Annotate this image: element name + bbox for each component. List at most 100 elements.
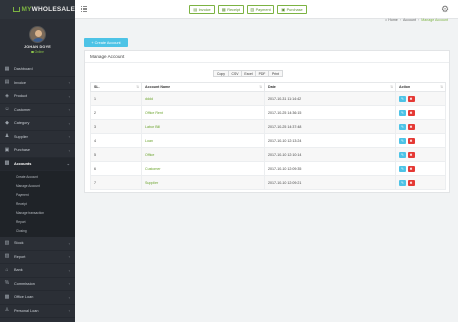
delete-button[interactable]: ✖ bbox=[407, 95, 415, 102]
sidebar-item-label: Customer bbox=[14, 107, 31, 112]
sort-icon: ⇅ bbox=[259, 85, 262, 89]
breadcrumb-home[interactable]: Home bbox=[388, 18, 398, 22]
sidebar-item-stock[interactable]: ▧ Stock ‹ bbox=[0, 237, 75, 251]
cell-sl: 2 bbox=[90, 105, 142, 120]
delete-button[interactable]: ✖ bbox=[407, 165, 415, 172]
breadcrumb-separator: › bbox=[399, 18, 402, 22]
cell-account-name[interactable]: dddd bbox=[141, 91, 265, 106]
pencil-icon: ✎ bbox=[400, 180, 404, 185]
personal-loan-icon: ♙ bbox=[4, 307, 10, 314]
submenu-item-report[interactable]: Report bbox=[0, 217, 75, 226]
logo-text-my: MY bbox=[21, 6, 32, 13]
cart-icon bbox=[13, 7, 20, 12]
apps-grid-icon[interactable] bbox=[81, 6, 87, 12]
delete-button[interactable]: ✖ bbox=[407, 179, 415, 186]
breadcrumb-section[interactable]: Account bbox=[403, 18, 416, 22]
cell-account-name[interactable]: Office bbox=[141, 147, 265, 162]
sidebar-nav: ▦ Dashboard ▤ Invoice ‹ ◈ Product ‹ ☺ Customer… bbox=[0, 63, 75, 318]
sidebar-item-customer[interactable]: ☺ Customer ‹ bbox=[0, 104, 75, 117]
cell-account-name[interactable]: Labor Bill bbox=[141, 119, 265, 134]
copy-button[interactable]: Copy bbox=[213, 70, 229, 77]
submenu-item-create-account[interactable]: Create Account bbox=[0, 172, 75, 181]
sidebar-item-label: Bank bbox=[14, 268, 23, 273]
quick-receipt-button[interactable]: ▦ Receipt bbox=[218, 5, 244, 14]
delete-button[interactable]: ✖ bbox=[407, 137, 415, 144]
sidebar-item-category[interactable]: ◆ Category ‹ bbox=[0, 117, 75, 131]
user-profile: JOHAN DOYE Online bbox=[0, 19, 75, 59]
table-row: 5 Office 2017-10-10 12:10:14 ✎ ✖ bbox=[90, 147, 446, 162]
quick-payment-button[interactable]: ▥ Payment bbox=[247, 5, 274, 14]
sidebar-item-dashboard[interactable]: ▦ Dashboard bbox=[0, 63, 75, 77]
office-loan-icon: ▩ bbox=[4, 293, 10, 300]
chevron-left-icon: ‹ bbox=[68, 120, 70, 126]
cell-sl: 5 bbox=[90, 147, 142, 162]
print-button[interactable]: Print bbox=[268, 70, 283, 77]
sidebar-item-personal-loan[interactable]: ♙ Personal Loan ‹ bbox=[0, 305, 75, 318]
quick-purchase-label: Purchase bbox=[286, 7, 303, 12]
sidebar-item-label: Product bbox=[14, 94, 28, 99]
sidebar-item-report[interactable]: ▨ Report ‹ bbox=[0, 251, 75, 264]
column-header-sl[interactable]: SL. ⇅ bbox=[90, 82, 142, 92]
sidebar-item-invoice[interactable]: ▤ Invoice ‹ bbox=[0, 77, 75, 90]
chevron-left-icon: ‹ bbox=[68, 107, 70, 113]
avatar[interactable] bbox=[29, 26, 46, 43]
trash-icon: ✖ bbox=[409, 110, 413, 115]
submenu-item-closing[interactable]: Closing bbox=[0, 226, 75, 235]
submenu-item-manage-account[interactable]: Manage Account bbox=[0, 181, 75, 190]
sidebar-item-accounts[interactable]: ▥ Accounts ⌄ bbox=[0, 157, 75, 171]
quick-invoice-button[interactable]: ▤ Invoice bbox=[189, 5, 215, 14]
trash-icon: ✖ bbox=[409, 166, 413, 171]
edit-button[interactable]: ✎ bbox=[399, 165, 406, 172]
pencil-icon: ✎ bbox=[400, 96, 404, 101]
sidebar-item-product[interactable]: ◈ Product ‹ bbox=[0, 90, 75, 104]
submenu-item-payment[interactable]: Payment bbox=[0, 190, 75, 199]
online-dot-icon bbox=[31, 50, 34, 54]
edit-button[interactable]: ✎ bbox=[399, 151, 406, 158]
cell-account-name[interactable]: Office Rent bbox=[141, 105, 265, 120]
cell-account-name[interactable]: Supplier bbox=[141, 175, 265, 190]
edit-button[interactable]: ✎ bbox=[399, 95, 406, 102]
invoice-icon: ▤ bbox=[193, 7, 198, 12]
csv-button[interactable]: CSV bbox=[228, 70, 242, 77]
cell-date: 2017-10-25 14:36:15 bbox=[264, 105, 396, 120]
cell-account-name[interactable]: Customer bbox=[141, 161, 265, 176]
edit-button[interactable]: ✎ bbox=[399, 123, 406, 130]
sidebar-item-supplier[interactable]: ♟ Supplier ‹ bbox=[0, 131, 75, 144]
cell-date: 2017-10-10 12:09:35 bbox=[264, 161, 396, 176]
cell-action: ✎ ✖ bbox=[395, 105, 446, 120]
sidebar-item-bank[interactable]: ⌂ Bank ‹ bbox=[0, 264, 75, 278]
delete-button[interactable]: ✖ bbox=[407, 151, 415, 158]
create-account-button[interactable]: + Create Account bbox=[84, 38, 128, 47]
breadcrumb-separator: › bbox=[418, 18, 420, 22]
submenu-item-receipt[interactable]: Receipt bbox=[0, 199, 75, 208]
table-row: 3 Labor Bill 2017-10-25 14:37:48 ✎ ✖ bbox=[90, 119, 446, 134]
sidebar-item-office-loan[interactable]: ▩ Office Loan ‹ bbox=[0, 291, 75, 305]
column-header-account-name[interactable]: Account Name ⇅ bbox=[141, 82, 265, 92]
sidebar-item-label: Office Loan bbox=[14, 295, 34, 300]
payment-icon: ▥ bbox=[250, 7, 255, 12]
submenu-item-manage-transaction[interactable]: Manage transaction bbox=[0, 208, 75, 217]
app-logo[interactable]: MY WHOLESALE bbox=[0, 0, 75, 19]
edit-button[interactable]: ✎ bbox=[399, 179, 406, 186]
chevron-left-icon: ‹ bbox=[68, 308, 70, 314]
sidebar-item-purchase[interactable]: ▣ Purchase ‹ bbox=[0, 144, 75, 158]
quick-purchase-button[interactable]: ▣ Purchase bbox=[277, 5, 307, 14]
column-header-action[interactable]: Action ⇅ bbox=[395, 82, 446, 92]
profile-status-text: Online bbox=[34, 50, 44, 54]
trash-icon: ✖ bbox=[409, 138, 413, 143]
report-icon: ▨ bbox=[4, 253, 10, 260]
gear-icon[interactable]: ⚙ bbox=[440, 4, 450, 14]
sidebar-item-label: Accounts bbox=[14, 161, 32, 166]
delete-button[interactable]: ✖ bbox=[407, 109, 415, 116]
edit-button[interactable]: ✎ bbox=[399, 109, 406, 116]
delete-button[interactable]: ✖ bbox=[407, 123, 415, 130]
excel-button[interactable]: Excel bbox=[241, 70, 256, 77]
cell-account-name[interactable]: Loan bbox=[141, 133, 265, 148]
sort-icon: ⇅ bbox=[136, 85, 139, 89]
edit-button[interactable]: ✎ bbox=[399, 137, 406, 144]
pdf-button[interactable]: PDF bbox=[255, 70, 269, 77]
column-header-label: Date bbox=[268, 85, 276, 89]
sidebar-item-commission[interactable]: % Commission ‹ bbox=[0, 278, 75, 291]
column-header-date[interactable]: Date ⇅ bbox=[264, 82, 396, 92]
top-bar: ▤ Invoice ▦ Receipt ▥ Payment ▣ Purchase ⚙ bbox=[75, 0, 458, 19]
